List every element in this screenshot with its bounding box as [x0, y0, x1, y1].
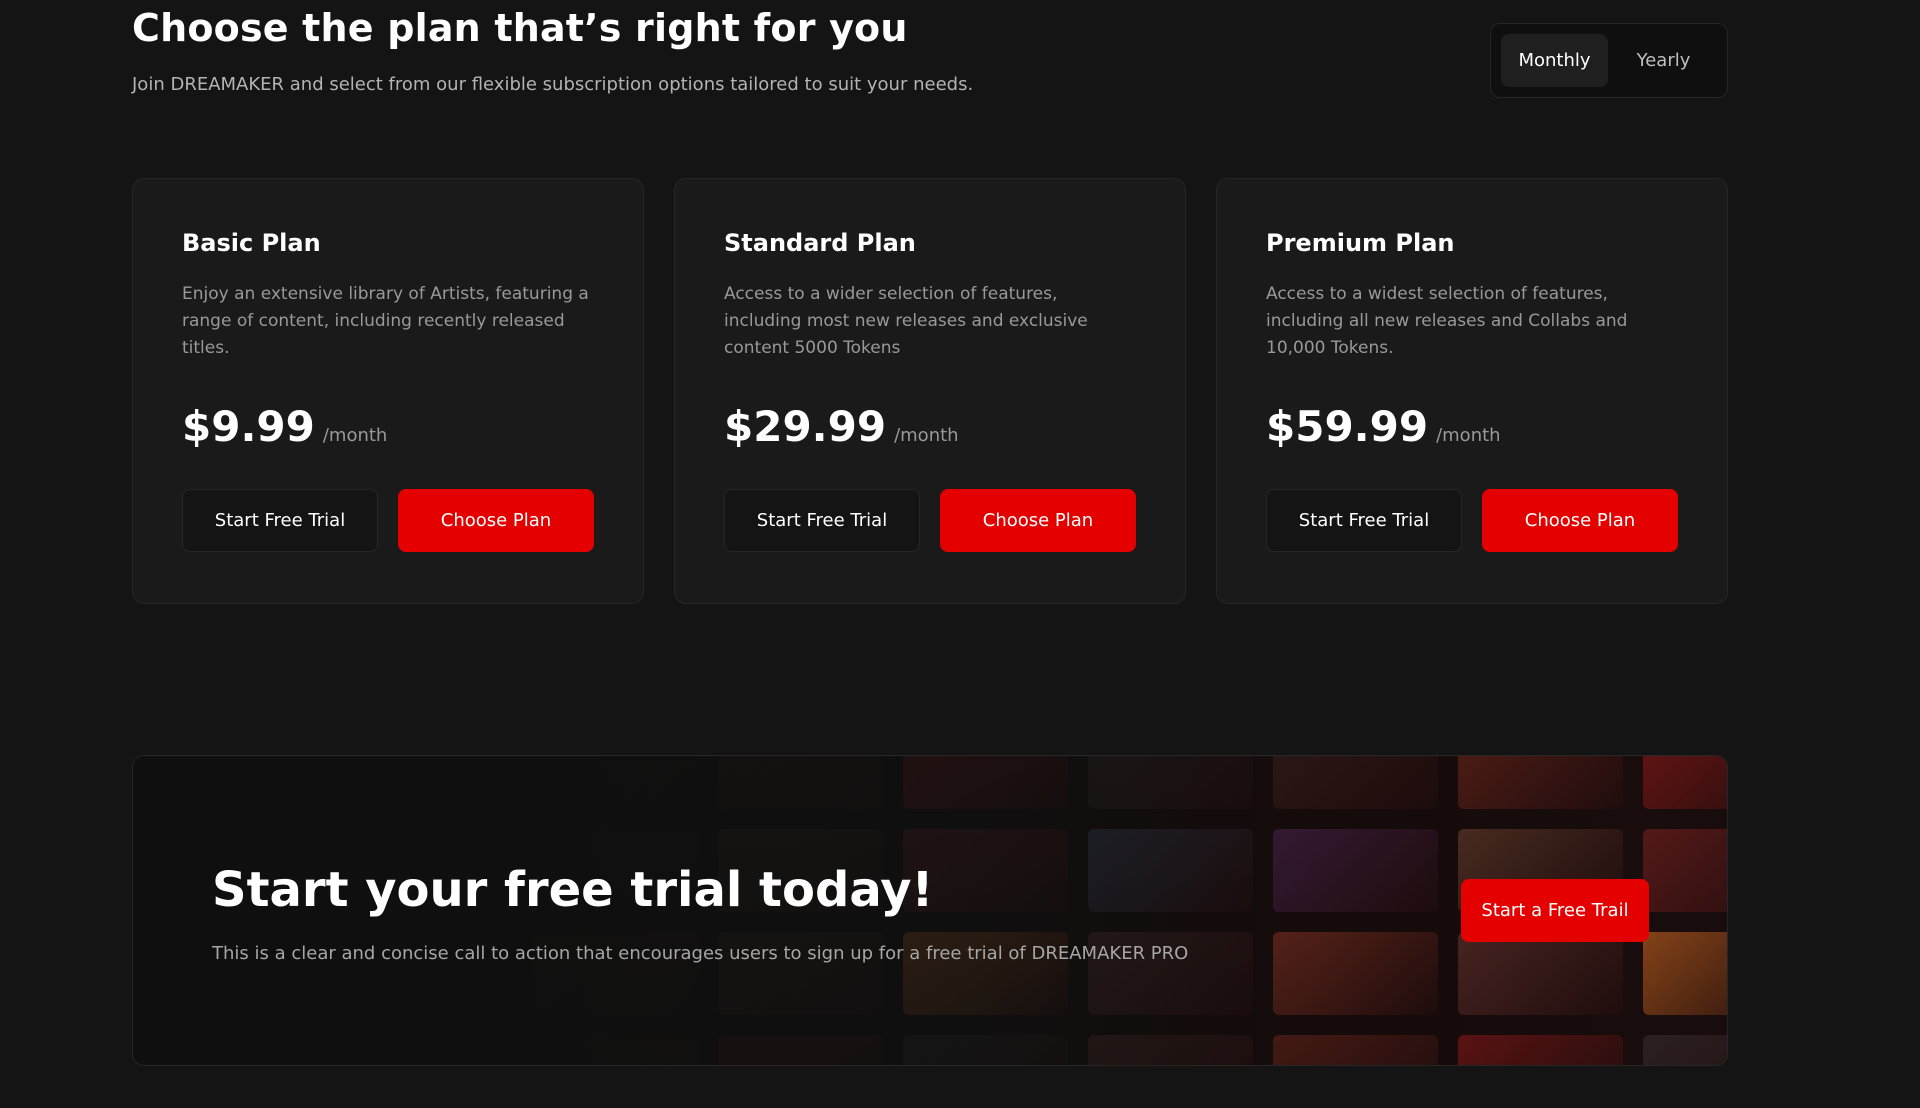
- plan-description: Access to a wider selection of features,…: [724, 284, 1088, 358]
- start-free-trial-button[interactable]: Start Free Trial: [1266, 489, 1462, 552]
- plan-period: /month: [322, 425, 388, 446]
- page-subtitle: Join DREAMAKER and select from our flexi…: [132, 74, 974, 95]
- start-free-trial-button[interactable]: Start Free Trial: [724, 489, 920, 552]
- plan-description: Enjoy an extensive library of Artists, f…: [182, 284, 589, 358]
- plan-period: /month: [1436, 425, 1501, 446]
- plan-name: Premium Plan: [1266, 229, 1455, 257]
- plan-card-premium: Premium Plan Access to a widest selectio…: [1216, 178, 1728, 604]
- choose-plan-button[interactable]: Choose Plan: [398, 489, 594, 552]
- price-row: $9.99 /month: [182, 402, 594, 451]
- banner-description: This is a clear and concise call to acti…: [212, 943, 1189, 964]
- start-free-trial-banner-button[interactable]: Start a Free Trail: [1461, 879, 1649, 942]
- plan-actions: Start Free Trial Choose Plan: [1266, 489, 1678, 552]
- plan-description: Access to a widest selection of features…: [1266, 284, 1628, 358]
- toggle-yearly-button[interactable]: Yearly: [1610, 34, 1717, 87]
- plan-actions: Start Free Trial Choose Plan: [724, 489, 1136, 552]
- plan-price: $59.99: [1266, 402, 1429, 451]
- plan-actions: Start Free Trial Choose Plan: [182, 489, 594, 552]
- billing-toggle: Monthly Yearly: [1490, 23, 1728, 98]
- choose-plan-button[interactable]: Choose Plan: [1482, 489, 1678, 552]
- start-free-trial-button[interactable]: Start Free Trial: [182, 489, 378, 552]
- plan-card-standard: Standard Plan Access to a wider selectio…: [674, 178, 1186, 604]
- plan-price: $29.99: [724, 402, 887, 451]
- price-row: $59.99 /month: [1266, 402, 1678, 451]
- banner-title: Start your free trial today!: [212, 862, 934, 918]
- price-row: $29.99 /month: [724, 402, 1136, 451]
- pricing-header: Choose the plan that’s right for you Joi…: [132, 0, 1728, 110]
- choose-plan-button[interactable]: Choose Plan: [940, 489, 1136, 552]
- free-trial-banner: Start your free trial today! This is a c…: [132, 755, 1728, 1066]
- plan-card-basic: Basic Plan Enjoy an extensive library of…: [132, 178, 644, 604]
- plan-name: Basic Plan: [182, 229, 321, 257]
- plan-period: /month: [894, 425, 959, 446]
- plan-name: Standard Plan: [724, 229, 916, 257]
- plan-price: $9.99: [182, 402, 315, 451]
- toggle-monthly-button[interactable]: Monthly: [1501, 34, 1608, 87]
- page-title: Choose the plan that’s right for you: [132, 6, 908, 50]
- plan-cards: Basic Plan Enjoy an extensive library of…: [132, 178, 1728, 604]
